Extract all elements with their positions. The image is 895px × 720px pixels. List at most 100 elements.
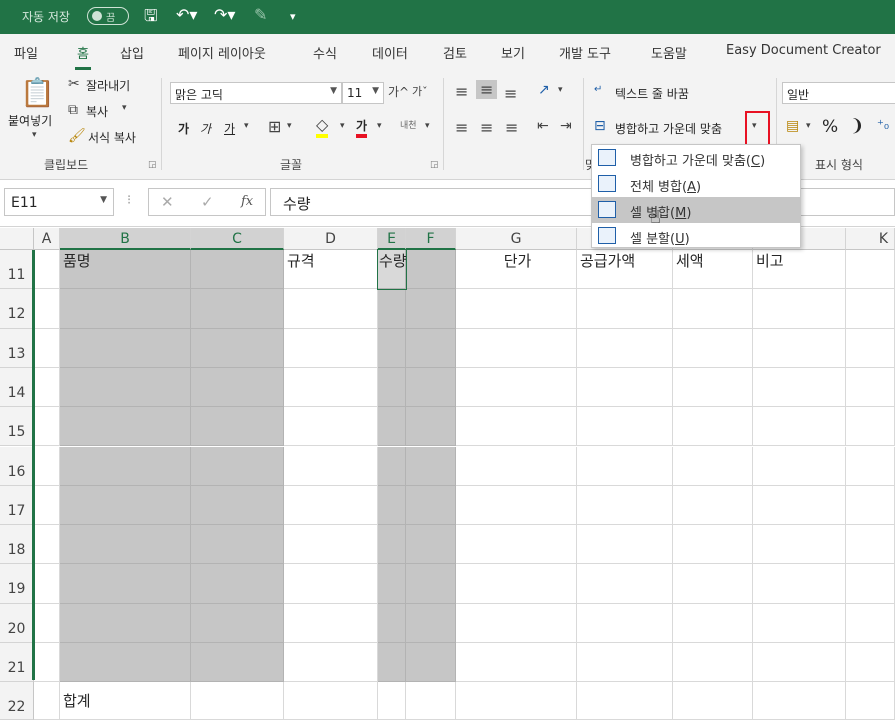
bold-button[interactable]: 가 — [178, 120, 189, 137]
cell-J13[interactable] — [753, 328, 846, 368]
cell-I19[interactable] — [673, 564, 753, 604]
cell-B18[interactable] — [60, 525, 191, 565]
menu-item-merge-cells[interactable]: 셀 병합(M) — [592, 197, 800, 223]
accounting-format-icon[interactable]: ▤ — [786, 118, 799, 134]
cell-A19[interactable] — [34, 564, 60, 604]
cell-F18[interactable] — [406, 525, 456, 565]
cell-B21[interactable] — [60, 643, 191, 683]
cell-H20[interactable] — [577, 603, 673, 643]
cell-K11[interactable] — [846, 250, 895, 290]
cell-C19[interactable] — [191, 564, 284, 604]
cell-B15[interactable] — [60, 407, 191, 447]
cell-H12[interactable] — [577, 289, 673, 329]
cell-B14[interactable] — [60, 367, 191, 408]
save-icon[interactable]: 🖫 — [144, 5, 158, 32]
cell-I12[interactable] — [673, 289, 753, 329]
cell-B19[interactable] — [60, 564, 191, 604]
align-right-icon[interactable]: ≡ — [505, 118, 518, 137]
column-header[interactable]: F — [406, 228, 456, 250]
grow-font-icon[interactable]: 가^ — [388, 83, 409, 100]
cell-A15[interactable] — [34, 407, 60, 447]
cell-H11[interactable]: 공급가액 — [577, 250, 673, 290]
cell-B13[interactable] — [60, 328, 191, 368]
column-header[interactable]: B — [60, 228, 191, 250]
column-header[interactable]: E — [378, 228, 406, 250]
cell-K17[interactable] — [846, 485, 895, 526]
clipboard-launcher-icon[interactable]: ◲ — [148, 160, 157, 170]
cell-D18[interactable] — [284, 525, 378, 565]
cell-J20[interactable] — [753, 603, 846, 643]
menu-item-unmerge-cells[interactable]: 셀 분할(U) — [592, 223, 800, 249]
format-painter-icon[interactable]: 🖌 — [68, 128, 86, 144]
underline-button[interactable]: 가 — [224, 120, 235, 137]
cell-F13[interactable] — [406, 328, 456, 368]
copy-icon[interactable]: ⧉ — [68, 102, 78, 118]
italic-button[interactable]: 가 — [200, 120, 211, 137]
cell-H19[interactable] — [577, 564, 673, 604]
cell-F19[interactable] — [406, 564, 456, 604]
cell-J12[interactable] — [753, 289, 846, 329]
name-box[interactable]: E11 ▼ — [4, 188, 114, 216]
row-header[interactable]: 16 — [0, 446, 34, 486]
cell-H16[interactable] — [577, 446, 673, 486]
cell-A17[interactable] — [34, 485, 60, 526]
cell-A11[interactable] — [34, 250, 60, 290]
align-center-icon[interactable]: ≡ — [480, 118, 493, 137]
cell-C13[interactable] — [191, 328, 284, 368]
cell-F11[interactable] — [406, 250, 456, 290]
percent-button[interactable]: % — [822, 117, 838, 137]
cell-D21[interactable] — [284, 643, 378, 683]
merge-center-button[interactable]: 병합하고 가운데 맞춤 — [615, 120, 722, 137]
cell-C15[interactable] — [191, 407, 284, 447]
cell-G21[interactable] — [456, 643, 577, 683]
cell-B17[interactable] — [60, 485, 191, 526]
cell-I21[interactable] — [673, 643, 753, 683]
paste-dropdown-icon[interactable]: ▾ — [32, 130, 37, 140]
cell-E16[interactable] — [378, 446, 406, 486]
cell-I15[interactable] — [673, 407, 753, 447]
cut-button[interactable]: 잘라내기 — [86, 77, 130, 94]
cancel-icon[interactable]: ✕ — [161, 193, 174, 211]
cell-A21[interactable] — [34, 643, 60, 683]
cell-D15[interactable] — [284, 407, 378, 447]
cell-C11[interactable] — [191, 250, 284, 290]
cell-J21[interactable] — [753, 643, 846, 683]
cell-A16[interactable] — [34, 446, 60, 486]
cell-G12[interactable] — [456, 289, 577, 329]
cell-K13[interactable] — [846, 328, 895, 368]
cell-J14[interactable] — [753, 367, 846, 408]
align-left-icon[interactable]: ≡ — [455, 118, 468, 137]
cell-C22[interactable] — [191, 682, 284, 720]
cell-G20[interactable] — [456, 603, 577, 643]
cell-E13[interactable] — [378, 328, 406, 368]
cell-I20[interactable] — [673, 603, 753, 643]
column-header[interactable]: C — [191, 228, 284, 250]
cut-icon[interactable]: ✂ — [68, 76, 80, 92]
cell-J15[interactable] — [753, 407, 846, 447]
copy-dropdown-icon[interactable]: ▾ — [122, 103, 127, 113]
cell-H14[interactable] — [577, 367, 673, 408]
underline-dropdown-icon[interactable]: ▾ — [244, 121, 249, 131]
cell-E11[interactable]: 수량 — [377, 248, 407, 291]
insert-function-button[interactable]: fx — [241, 194, 253, 209]
row-header[interactable]: 12 — [0, 289, 34, 329]
row-header[interactable]: 20 — [0, 603, 34, 643]
autosave-toggle[interactable]: 끔 — [87, 7, 129, 25]
cell-G13[interactable] — [456, 328, 577, 368]
tab-data[interactable]: 데이터 — [372, 43, 408, 62]
cell-F15[interactable] — [406, 407, 456, 447]
orientation-icon[interactable]: ↗ — [538, 82, 550, 98]
phonetic-button[interactable]: 내천 — [400, 118, 417, 131]
row-header[interactable]: 15 — [0, 407, 34, 447]
cell-D20[interactable] — [284, 603, 378, 643]
row-header[interactable]: 13 — [0, 328, 34, 368]
cell-B11[interactable]: 품명 — [60, 250, 191, 290]
cell-K16[interactable] — [846, 446, 895, 486]
cell-K22[interactable] — [846, 682, 895, 720]
select-all-corner[interactable] — [0, 228, 34, 250]
cell-J18[interactable] — [753, 525, 846, 565]
cell-C16[interactable] — [191, 446, 284, 486]
cell-C14[interactable] — [191, 367, 284, 408]
row-header[interactable]: 21 — [0, 643, 34, 683]
cell-J16[interactable] — [753, 446, 846, 486]
